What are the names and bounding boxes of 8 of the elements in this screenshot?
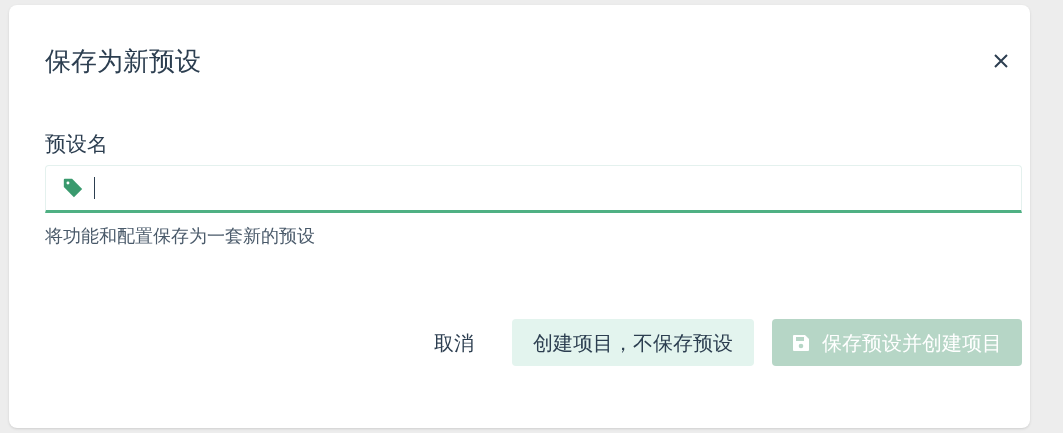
helper-text: 将功能和配置保存为一套新的预设 (45, 225, 316, 248)
cancel-button[interactable]: 取消 (414, 319, 494, 366)
create-button[interactable]: 创建项目，不保存预设 (512, 319, 754, 366)
tag-icon (62, 177, 84, 199)
preset-name-field[interactable] (45, 165, 1022, 213)
field-label: 预设名 (45, 131, 109, 157)
dialog-title: 保存为新预设 (45, 45, 201, 78)
save-icon (792, 333, 810, 352)
